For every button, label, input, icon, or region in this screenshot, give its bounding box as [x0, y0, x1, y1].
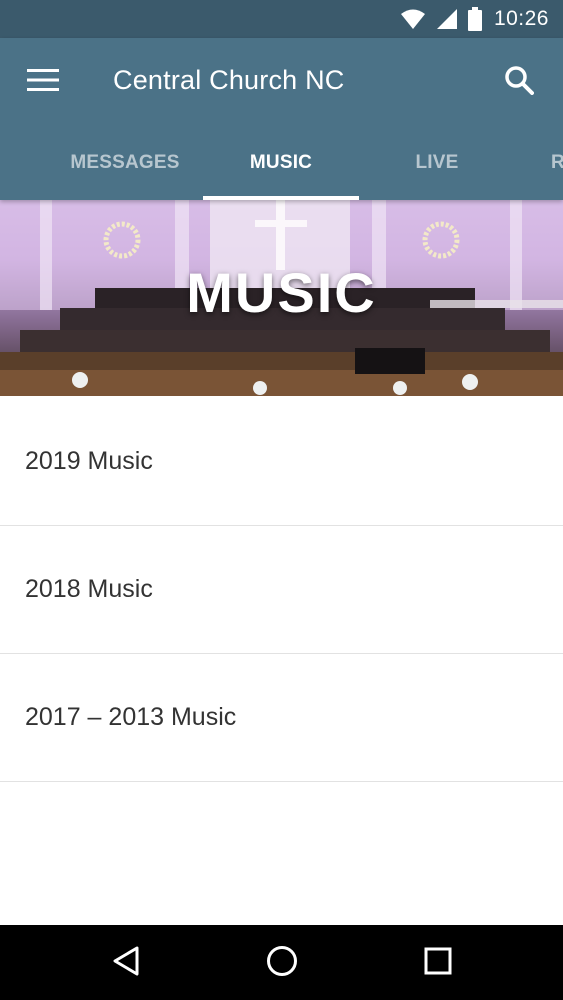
back-icon: [112, 946, 140, 981]
tab-label: LIVE: [415, 152, 459, 173]
list-item-2019-music[interactable]: 2019 Music: [0, 398, 563, 526]
wifi-icon: [400, 8, 426, 30]
recents-icon: [424, 947, 452, 980]
list-item-label: 2019 Music: [25, 447, 153, 475]
system-nav-bar: [0, 925, 563, 1000]
recents-button[interactable]: [408, 937, 468, 989]
tab-messages[interactable]: MESSAGES: [47, 126, 203, 200]
tab-bar: MESSAGES MUSIC LIVE R: [0, 126, 563, 200]
app-bar: Central Church NC MESSAGES MUSIC LIVE R: [0, 38, 563, 200]
home-button[interactable]: [252, 937, 312, 989]
search-icon: [504, 65, 534, 100]
status-bar: 10:26: [0, 0, 563, 38]
list-item-2017-2013-music[interactable]: 2017 – 2013 Music: [0, 654, 563, 782]
music-list: 2019 Music 2018 Music 2017 – 2013 Music: [0, 398, 563, 782]
back-button[interactable]: [96, 937, 156, 989]
toolbar: Central Church NC: [0, 38, 563, 126]
tab-music[interactable]: MUSIC: [203, 126, 359, 200]
tab-label: MESSAGES: [70, 152, 180, 173]
app-title: Central Church NC: [113, 65, 345, 95]
hamburger-menu-icon: [27, 68, 59, 96]
banner-title: MUSIC: [186, 261, 377, 324]
tab-label: R: [551, 152, 563, 173]
search-button[interactable]: [495, 58, 543, 106]
cell-signal-icon: [436, 8, 458, 30]
tab-live[interactable]: LIVE: [359, 126, 515, 200]
tab-partial[interactable]: R: [547, 126, 563, 200]
list-item-label: 2018 Music: [25, 575, 153, 603]
clock-time: 10:26: [493, 7, 549, 30]
menu-button[interactable]: [18, 58, 68, 106]
tab-label: MUSIC: [249, 152, 313, 173]
list-item-2018-music[interactable]: 2018 Music: [0, 526, 563, 654]
tab-indicator: [203, 196, 359, 200]
list-item-label: 2017 – 2013 Music: [25, 703, 237, 731]
home-icon: [266, 945, 298, 982]
music-banner-image: MUSIC: [0, 200, 563, 396]
battery-icon: [467, 7, 482, 31]
